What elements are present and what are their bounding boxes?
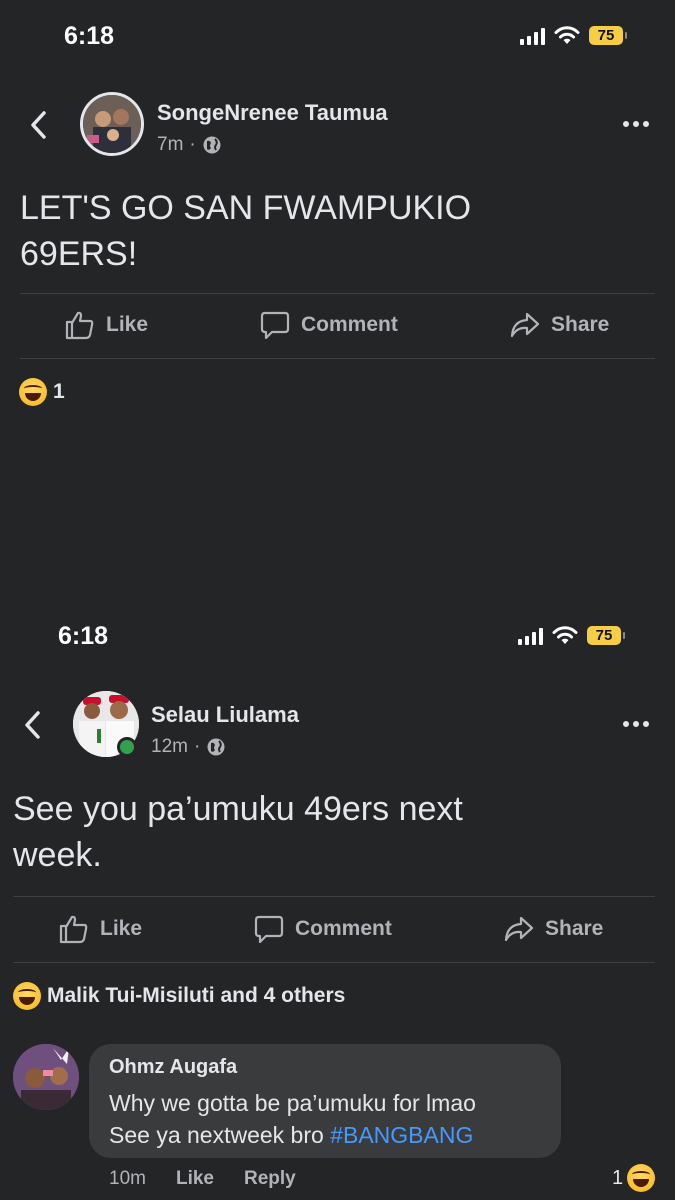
globe-icon: [203, 136, 221, 154]
comment-label: Comment: [301, 313, 398, 336]
post-time: 7m: [157, 134, 184, 155]
avatar[interactable]: [80, 92, 144, 156]
back-chevron-icon[interactable]: [28, 110, 48, 140]
signal-icon: [518, 627, 543, 645]
online-indicator: [117, 737, 137, 757]
post-text-line: See you pa’umuku 49ers next: [13, 790, 463, 828]
status-icons: 75: [520, 26, 627, 45]
comment-text: See ya nextweek bro: [109, 1122, 331, 1148]
divider: [13, 962, 655, 963]
comment-icon: [260, 311, 290, 340]
comment-reaction[interactable]: 1: [612, 1164, 656, 1192]
meta-dot: ·: [193, 736, 201, 757]
divider: [13, 896, 655, 897]
post-text: See you pa’umuku 49ers next week.: [13, 786, 463, 878]
reaction-summary[interactable]: Malik Tui-Misiluti and 4 others: [13, 982, 345, 1010]
status-icons: 75: [518, 626, 625, 645]
post-text: LET'S GO SAN FWAMPUKIO 69ERS!: [20, 185, 471, 277]
comment-time: 10m: [109, 1168, 146, 1189]
comment-text-line: Why we gotta be pa’umuku for lmao: [109, 1090, 476, 1116]
signal-icon: [520, 27, 545, 45]
wifi-icon: [554, 26, 580, 44]
haha-reaction-icon: [13, 982, 41, 1010]
like-thumb-icon: [59, 915, 88, 944]
haha-reaction-icon: [627, 1164, 656, 1192]
reaction-count: 1: [53, 380, 65, 403]
share-button[interactable]: Share: [503, 914, 603, 944]
share-button[interactable]: Share: [509, 310, 609, 340]
share-label: Share: [545, 917, 604, 940]
author-name[interactable]: SongeNrenee Taumua: [157, 100, 388, 126]
comment-reply-button[interactable]: Reply: [244, 1168, 296, 1190]
share-label: Share: [551, 313, 610, 336]
action-bar: Like Comment Share: [58, 914, 603, 944]
comment-button[interactable]: Comment: [253, 914, 503, 944]
comment-label: Comment: [295, 917, 392, 940]
divider: [20, 358, 655, 359]
post-meta: 7m ·: [157, 134, 222, 156]
hashtag-link[interactable]: #BANGBANG: [330, 1122, 473, 1148]
comment-actions: 10m Like Reply: [109, 1168, 296, 1190]
share-arrow-icon: [510, 312, 540, 338]
post-text-line: week.: [13, 836, 102, 874]
post-text-line: LET'S GO SAN FWAMPUKIO: [20, 189, 472, 227]
wifi-icon: [552, 626, 578, 644]
battery-icon: 75: [589, 26, 627, 45]
post-text-line: 69ERS!: [20, 235, 138, 273]
divider: [20, 293, 655, 294]
battery-icon: 75: [587, 626, 625, 645]
status-time: 6:18: [58, 622, 109, 650]
share-arrow-icon: [504, 916, 534, 942]
comment-author[interactable]: Ohmz Augafa: [109, 1056, 541, 1079]
status-time: 6:18: [64, 22, 115, 50]
meta-dot: ·: [189, 134, 196, 155]
reaction-names: Malik Tui-Misiluti and 4 others: [47, 984, 346, 1007]
comment-button[interactable]: Comment: [259, 310, 509, 340]
comment-bubble: Ohmz Augafa Why we gotta be pa’umuku for…: [89, 1044, 561, 1158]
post-time: 12m: [151, 736, 188, 757]
post-screen-1: 6:18 75 SongeNrenee Taumua 7m · LET'S GO…: [0, 0, 675, 600]
comment-icon: [254, 915, 284, 944]
more-icon[interactable]: [623, 121, 649, 127]
reaction-summary[interactable]: 1: [19, 378, 65, 406]
like-thumb-icon: [65, 311, 94, 340]
more-icon[interactable]: [623, 721, 649, 727]
comment-reaction-count: 1: [612, 1166, 624, 1189]
comment-like-button[interactable]: Like: [176, 1168, 214, 1190]
commenter-avatar[interactable]: [13, 1044, 79, 1110]
globe-icon: [207, 738, 225, 756]
like-button[interactable]: Like: [64, 310, 259, 340]
post-meta: 12m ·: [151, 736, 226, 758]
haha-reaction-icon: [19, 378, 47, 406]
action-bar: Like Comment Share: [64, 310, 609, 340]
back-chevron-icon[interactable]: [22, 710, 42, 740]
like-label: Like: [106, 313, 149, 336]
like-button[interactable]: Like: [58, 914, 253, 944]
comment-text-line: See ya nextweek bro #BANGBANG: [109, 1119, 541, 1151]
author-name[interactable]: Selau Liulama: [151, 702, 299, 728]
like-label: Like: [100, 917, 143, 940]
post-screen-2: 6:18 75 Selau Liulama 12m · See you pa’u…: [0, 600, 675, 1200]
